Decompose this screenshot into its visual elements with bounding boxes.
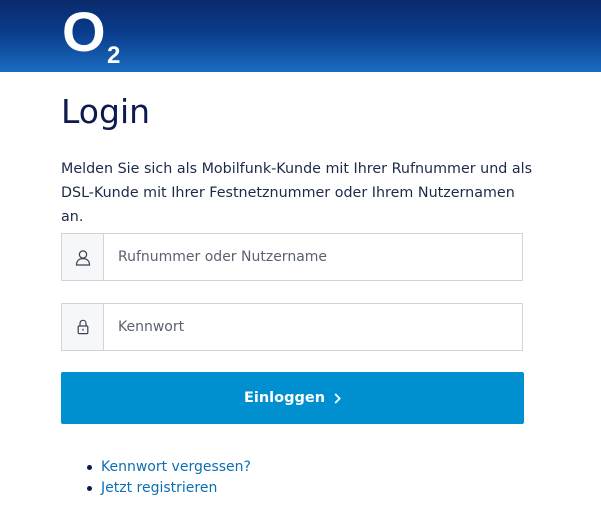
password-field[interactable] — [61, 303, 523, 351]
chevron-right-icon — [334, 392, 341, 404]
lock-icon — [62, 304, 104, 350]
login-button-label: Einloggen — [243, 390, 326, 406]
logo-main-text: O — [62, 0, 106, 63]
logo-sub-text: 2 — [107, 42, 121, 69]
register-link[interactable]: Jetzt registrieren — [101, 480, 217, 496]
user-icon — [62, 234, 104, 280]
help-links-list: Kennwort vergessen? Jetzt registrieren — [87, 457, 251, 499]
password-input[interactable] — [104, 304, 514, 350]
bullet-icon — [87, 486, 92, 491]
list-item: Kennwort vergessen? — [87, 457, 251, 478]
login-button[interactable]: Einloggen — [61, 372, 524, 424]
username-field[interactable] — [61, 233, 523, 281]
page-title: Login — [61, 92, 151, 131]
o2-logo[interactable]: O 2 — [62, 0, 120, 70]
header-bar: O 2 — [0, 0, 601, 72]
forgot-password-link[interactable]: Kennwort vergessen? — [101, 459, 251, 475]
username-input[interactable] — [104, 234, 514, 280]
list-item: Jetzt registrieren — [87, 478, 251, 499]
login-intro-text: Melden Sie sich als Mobilfunk-Kunde mit … — [61, 161, 533, 225]
bullet-icon — [87, 465, 92, 470]
